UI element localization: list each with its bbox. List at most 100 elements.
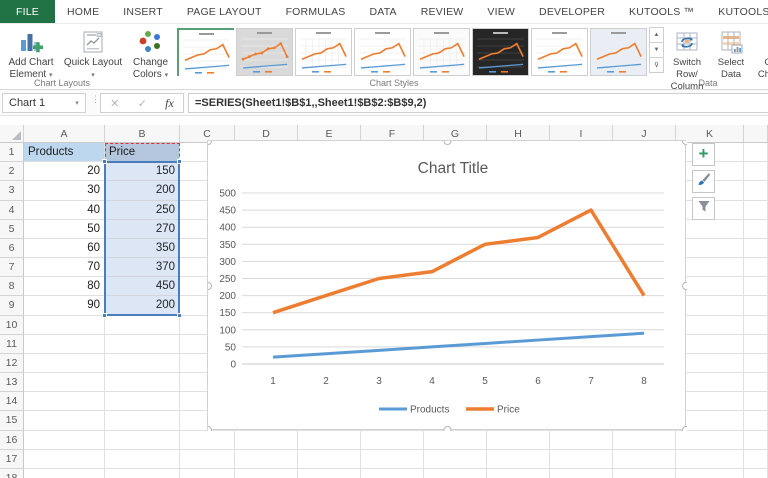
cancel-icon[interactable]: ✕ xyxy=(110,97,119,110)
cell-A10[interactable] xyxy=(24,315,105,335)
cell-A9[interactable]: 90 xyxy=(24,296,105,316)
cell-A3[interactable]: 30 xyxy=(24,181,105,201)
cell-B1[interactable]: Price xyxy=(105,143,180,163)
cell-G16[interactable] xyxy=(424,430,487,450)
row-header-13[interactable]: 13 xyxy=(0,373,24,393)
name-box-caret-icon[interactable]: ▾ xyxy=(69,99,85,107)
tab-data[interactable]: DATA xyxy=(358,0,409,23)
row-header-3[interactable]: 3 xyxy=(0,181,24,201)
chart-style-thumbnail-4[interactable] xyxy=(354,28,411,76)
row-header-12[interactable]: 12 xyxy=(0,353,24,374)
cell-A15[interactable] xyxy=(24,411,105,431)
tab-kutools[interactable]: KUTOOLS ™ xyxy=(617,0,706,23)
row-header-14[interactable]: 14 xyxy=(0,392,24,412)
cell-H16[interactable] xyxy=(487,430,550,450)
row-header-7[interactable]: 7 xyxy=(0,258,24,278)
row-header-8[interactable]: 8 xyxy=(0,277,24,297)
quick-layout-button[interactable]: Quick Layout ▾ xyxy=(62,27,124,82)
chart-style-thumbnail-6[interactable] xyxy=(472,28,529,76)
column-header-A[interactable]: A xyxy=(24,125,105,143)
enter-icon[interactable]: ✓ xyxy=(138,97,147,110)
cell-overflow-10[interactable] xyxy=(744,315,768,335)
cell-B12[interactable] xyxy=(105,353,180,374)
change-chart-type-button[interactable]: Change Chart Type xyxy=(752,27,768,81)
cell-H18[interactable] xyxy=(487,468,550,478)
tab-insert[interactable]: INSERT xyxy=(111,0,175,23)
tab-home[interactable]: HOME xyxy=(55,0,111,23)
add-chart-element-button[interactable]: Add Chart Element ▾ xyxy=(0,27,62,82)
select-all-corner[interactable] xyxy=(0,125,24,143)
cell-A5[interactable]: 50 xyxy=(24,219,105,239)
cell-K16[interactable] xyxy=(676,430,744,450)
cell-overflow-18[interactable] xyxy=(744,468,768,478)
tab-kutools-plus[interactable]: KUTOOLS PLUS xyxy=(706,0,768,23)
cell-overflow-3[interactable] xyxy=(744,181,768,201)
range-resize-handle[interactable] xyxy=(177,312,182,318)
row-header-11[interactable]: 11 xyxy=(0,334,24,354)
cell-overflow-7[interactable] xyxy=(744,258,768,278)
insert-function-icon[interactable]: fx xyxy=(165,96,174,111)
cell-E16[interactable] xyxy=(298,430,361,450)
cell-overflow-11[interactable] xyxy=(744,334,768,354)
cell-D18[interactable] xyxy=(235,468,298,478)
cell-overflow-14[interactable] xyxy=(744,392,768,412)
cell-B13[interactable] xyxy=(105,373,180,393)
tab-file[interactable]: FILE xyxy=(0,0,55,23)
cell-G17[interactable] xyxy=(424,449,487,469)
cell-I16[interactable] xyxy=(550,430,613,450)
cell-B15[interactable] xyxy=(105,411,180,431)
cell-E17[interactable] xyxy=(298,449,361,469)
name-box[interactable]: Chart 1 ▾ xyxy=(2,93,86,113)
row-header-18[interactable]: 18 xyxy=(0,468,24,478)
tab-review[interactable]: REVIEW xyxy=(409,0,476,23)
cell-I17[interactable] xyxy=(550,449,613,469)
cell-A1[interactable]: Products xyxy=(24,143,105,163)
row-header-15[interactable]: 15 xyxy=(0,411,24,431)
cell-B17[interactable] xyxy=(105,449,180,469)
cell-A13[interactable] xyxy=(24,373,105,393)
cell-B11[interactable] xyxy=(105,334,180,354)
cell-A4[interactable]: 40 xyxy=(24,200,105,220)
column-header-overflow[interactable] xyxy=(744,125,768,143)
tab-developer[interactable]: DEVELOPER xyxy=(527,0,617,23)
cell-A14[interactable] xyxy=(24,392,105,412)
cell-A7[interactable]: 70 xyxy=(24,258,105,278)
cell-A8[interactable]: 80 xyxy=(24,277,105,297)
range-resize-handle[interactable] xyxy=(102,312,107,318)
cell-overflow-1[interactable] xyxy=(744,143,768,163)
cell-B16[interactable] xyxy=(105,430,180,450)
range-resize-handle[interactable] xyxy=(102,159,107,165)
cell-D16[interactable] xyxy=(235,430,298,450)
cell-J16[interactable] xyxy=(613,430,676,450)
tab-view[interactable]: VIEW xyxy=(475,0,527,23)
chart-elements-button[interactable]: + xyxy=(692,143,715,166)
chart-style-thumbnail-8[interactable] xyxy=(590,28,647,76)
row-header-17[interactable]: 17 xyxy=(0,449,24,469)
chart-object[interactable]: Chart Title 0 50 100 150 200 250 300 350 400 450 50… xyxy=(204,137,690,434)
row-header-5[interactable]: 5 xyxy=(0,219,24,239)
formula-input[interactable]: =SERIES(Sheet1!$B$1,,Sheet1!$B$2:$B$9,2) xyxy=(188,93,768,113)
cell-C16[interactable] xyxy=(180,430,235,450)
row-header-9[interactable]: 9 xyxy=(0,296,24,316)
cell-overflow-2[interactable] xyxy=(744,162,768,182)
cell-E18[interactable] xyxy=(298,468,361,478)
cell-D17[interactable] xyxy=(235,449,298,469)
formula-bar-splitter[interactable]: ⋮ xyxy=(91,95,100,104)
cell-G18[interactable] xyxy=(424,468,487,478)
cell-overflow-17[interactable] xyxy=(744,449,768,469)
cell-A6[interactable]: 60 xyxy=(24,238,105,259)
cell-A17[interactable] xyxy=(24,449,105,469)
cell-overflow-9[interactable] xyxy=(744,296,768,316)
change-colors-button[interactable]: Change Colors ▾ xyxy=(124,27,177,82)
cell-A12[interactable] xyxy=(24,353,105,374)
cell-F17[interactable] xyxy=(361,449,424,469)
cell-F18[interactable] xyxy=(361,468,424,478)
cell-J17[interactable] xyxy=(613,449,676,469)
chart-style-thumbnail-5[interactable] xyxy=(413,28,470,76)
cell-F16[interactable] xyxy=(361,430,424,450)
gallery-scroll-up-icon[interactable]: ▲ xyxy=(649,27,664,43)
chart-styles-button[interactable] xyxy=(692,170,715,193)
cell-A11[interactable] xyxy=(24,334,105,354)
values-range-outline[interactable] xyxy=(104,161,180,316)
cell-B10[interactable] xyxy=(105,315,180,335)
